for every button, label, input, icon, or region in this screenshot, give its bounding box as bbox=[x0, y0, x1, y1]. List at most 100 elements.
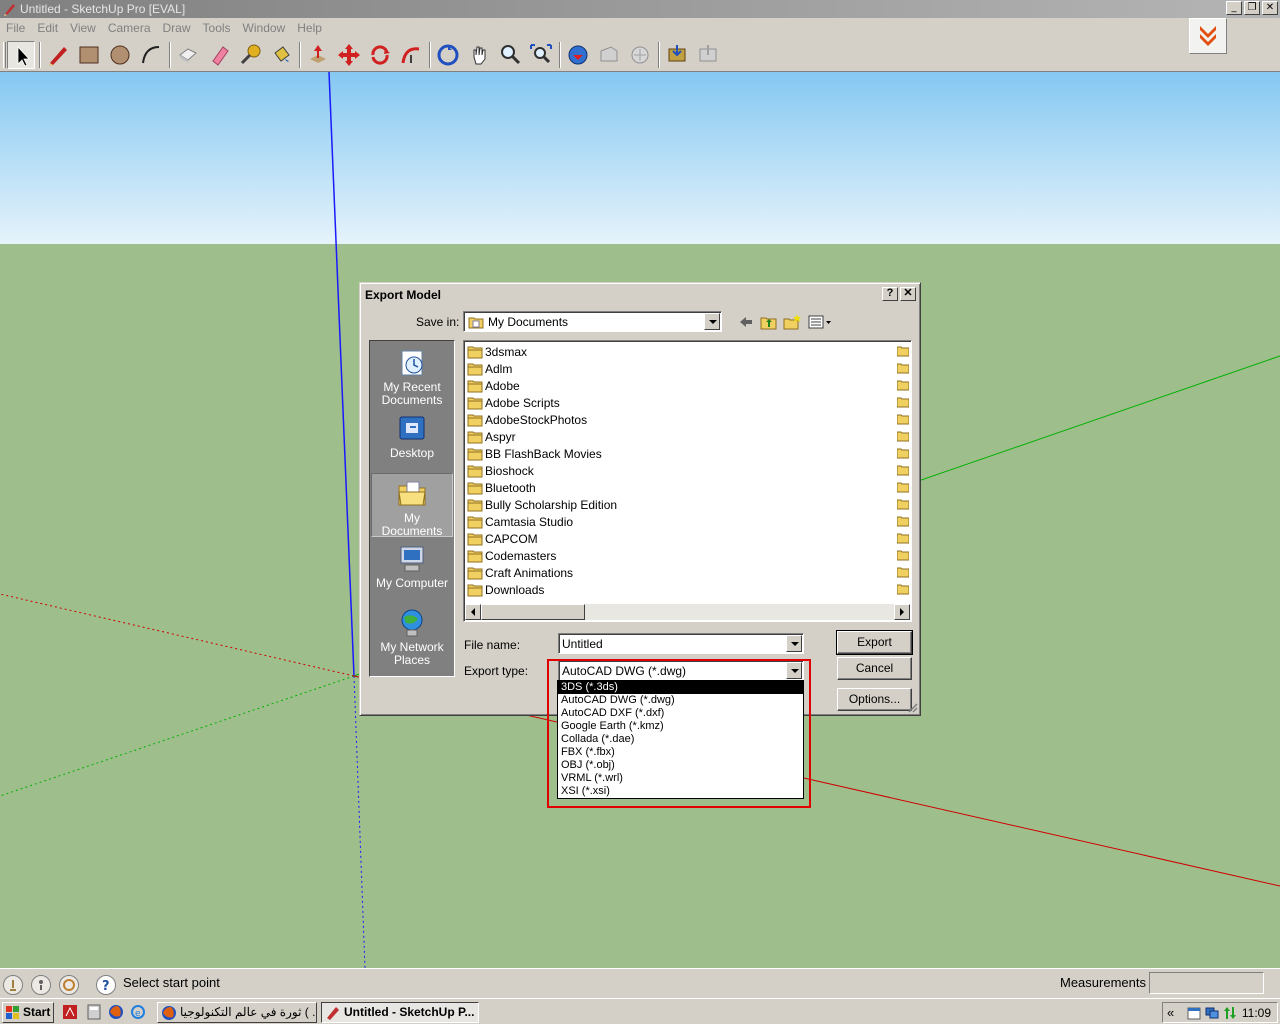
up-folder-icon[interactable] bbox=[759, 313, 779, 331]
taskbar-sketchup-window[interactable]: Untitled - SketchUp P... bbox=[321, 1002, 479, 1023]
menu-window[interactable]: Window bbox=[237, 18, 292, 35]
folder-icon[interactable] bbox=[896, 532, 910, 547]
restore-button[interactable]: ❐ bbox=[1244, 1, 1260, 15]
export-option-dwg[interactable]: AutoCAD DWG (*.dwg) bbox=[558, 694, 803, 707]
select-icon[interactable] bbox=[7, 41, 35, 69]
horizontal-scrollbar[interactable] bbox=[465, 604, 910, 620]
place-desktop[interactable]: Desktop bbox=[371, 409, 453, 471]
folder-item[interactable]: Adlm bbox=[467, 360, 512, 377]
export-option-obj[interactable]: OBJ (*.obj) bbox=[558, 759, 803, 772]
folder-icon[interactable] bbox=[896, 481, 910, 496]
export-option-kmz[interactable]: Google Earth (*.kmz) bbox=[558, 720, 803, 733]
rectangle-icon[interactable] bbox=[75, 41, 103, 69]
export-type-dropdown-list[interactable]: 3DS (*.3ds) AutoCAD DWG (*.dwg) AutoCAD … bbox=[557, 680, 804, 799]
save-in-combo[interactable]: My Documents bbox=[463, 311, 722, 332]
file-name-dropdown-arrow[interactable] bbox=[786, 635, 802, 652]
start-button[interactable]: Start bbox=[2, 1002, 54, 1023]
menu-edit[interactable]: Edit bbox=[31, 18, 64, 35]
tape-measure-icon[interactable] bbox=[236, 41, 264, 69]
orbit-icon[interactable] bbox=[434, 41, 462, 69]
taskbar-firefox-window[interactable]: ثورة في عالم التكنولوجيا ( ... bbox=[157, 1002, 317, 1023]
folder-item[interactable]: Aspyr bbox=[467, 428, 516, 445]
export-option-dae[interactable]: Collada (*.dae) bbox=[558, 733, 803, 746]
quicklaunch-acrobat-icon[interactable] bbox=[62, 1004, 78, 1020]
export-option-dxf[interactable]: AutoCAD DXF (*.dxf) bbox=[558, 707, 803, 720]
folder-icon[interactable] bbox=[896, 498, 910, 513]
folder-icon[interactable] bbox=[896, 549, 910, 564]
arc-icon[interactable] bbox=[137, 41, 165, 69]
export-option-wrl[interactable]: VRML (*.wrl) bbox=[558, 772, 803, 785]
make-component-icon[interactable] bbox=[174, 41, 202, 69]
folder-item[interactable]: Bioshock bbox=[467, 462, 534, 479]
folder-icon[interactable] bbox=[896, 396, 910, 411]
folder-item[interactable]: Codemasters bbox=[467, 547, 556, 564]
view-menu-icon[interactable] bbox=[807, 313, 833, 331]
export-option-3ds[interactable]: 3DS (*.3ds) bbox=[558, 681, 803, 694]
export-option-fbx[interactable]: FBX (*.fbx) bbox=[558, 746, 803, 759]
menu-file[interactable]: File bbox=[0, 18, 31, 35]
measurements-input[interactable] bbox=[1149, 972, 1264, 994]
credits-icon[interactable] bbox=[31, 975, 51, 995]
sign-in-icon[interactable] bbox=[59, 975, 79, 995]
geo-location-icon[interactable] bbox=[3, 975, 23, 995]
menu-tools[interactable]: Tools bbox=[197, 18, 237, 35]
folder-icon[interactable] bbox=[896, 464, 910, 479]
options-button[interactable]: Options... bbox=[837, 688, 912, 711]
folder-icon[interactable] bbox=[896, 413, 910, 428]
folder-item[interactable]: Craft Animations bbox=[467, 564, 573, 581]
scroll-right-button[interactable] bbox=[894, 604, 910, 620]
folder-icon[interactable] bbox=[896, 515, 910, 530]
resize-grip-icon[interactable] bbox=[906, 701, 918, 713]
scrollbar-thumb[interactable] bbox=[481, 604, 585, 620]
google-earth-view-icon[interactable] bbox=[694, 41, 722, 69]
zoom-icon[interactable] bbox=[496, 41, 524, 69]
folder-icon[interactable] bbox=[896, 566, 910, 581]
folder-icon[interactable] bbox=[896, 379, 910, 394]
tray-transfer-icon[interactable] bbox=[1223, 1006, 1237, 1020]
menu-draw[interactable]: Draw bbox=[157, 18, 197, 35]
folder-item[interactable]: Bluetooth bbox=[467, 479, 536, 496]
folder-icon[interactable] bbox=[896, 447, 910, 462]
place-my-computer[interactable]: My Computer bbox=[371, 539, 453, 601]
minimize-button[interactable]: _ bbox=[1226, 1, 1242, 15]
tray-calendar-icon[interactable] bbox=[1187, 1006, 1201, 1020]
save-in-dropdown-arrow[interactable] bbox=[704, 313, 720, 330]
extension-dropdown-button[interactable] bbox=[1189, 18, 1227, 54]
pencil-icon[interactable] bbox=[44, 41, 72, 69]
folder-icon[interactable] bbox=[896, 430, 910, 445]
folder-icon[interactable] bbox=[896, 362, 910, 377]
menu-view[interactable]: View bbox=[64, 18, 102, 35]
cancel-button[interactable]: Cancel bbox=[837, 657, 912, 680]
quicklaunch-calculator-icon[interactable] bbox=[86, 1004, 102, 1020]
paint-bucket-icon[interactable] bbox=[267, 41, 295, 69]
export-button[interactable]: Export bbox=[836, 630, 913, 655]
scroll-left-button[interactable] bbox=[465, 604, 481, 620]
folder-item[interactable]: Adobe Scripts bbox=[467, 394, 560, 411]
push-pull-icon[interactable] bbox=[304, 41, 332, 69]
tray-network-icon[interactable] bbox=[1205, 1006, 1219, 1020]
close-button[interactable]: ✕ bbox=[1262, 1, 1278, 15]
move-icon[interactable] bbox=[335, 41, 363, 69]
help-button[interactable]: ? bbox=[882, 287, 898, 301]
export-option-xsi[interactable]: XSI (*.xsi) bbox=[558, 785, 803, 798]
folder-icon[interactable] bbox=[896, 345, 910, 360]
menu-help[interactable]: Help bbox=[291, 18, 328, 35]
share-model-icon[interactable] bbox=[595, 41, 623, 69]
folder-item[interactable]: 3dsmax bbox=[467, 343, 527, 360]
file-list[interactable]: 3dsmax Adlm Adobe Adobe Scripts AdobeStockPh… bbox=[463, 340, 912, 622]
pan-icon[interactable] bbox=[465, 41, 493, 69]
folder-item[interactable]: AdobeStockPhotos bbox=[467, 411, 587, 428]
folder-item[interactable]: CAPCOM bbox=[467, 530, 538, 547]
folder-item[interactable]: Bully Scholarship Edition bbox=[467, 496, 617, 513]
menu-camera[interactable]: Camera bbox=[102, 18, 157, 35]
eraser-icon[interactable] bbox=[205, 41, 233, 69]
get-models-icon[interactable] bbox=[564, 41, 592, 69]
folder-icon[interactable] bbox=[896, 583, 910, 598]
rotate-icon[interactable] bbox=[366, 41, 394, 69]
share-component-icon[interactable] bbox=[626, 41, 654, 69]
quicklaunch-firefox-icon[interactable] bbox=[108, 1004, 124, 1020]
zoom-extents-icon[interactable] bbox=[527, 41, 555, 69]
dialog-close-button[interactable]: ✕ bbox=[900, 287, 916, 301]
tray-expand-button[interactable]: « bbox=[1167, 1005, 1174, 1020]
folder-item[interactable]: Camtasia Studio bbox=[467, 513, 573, 530]
